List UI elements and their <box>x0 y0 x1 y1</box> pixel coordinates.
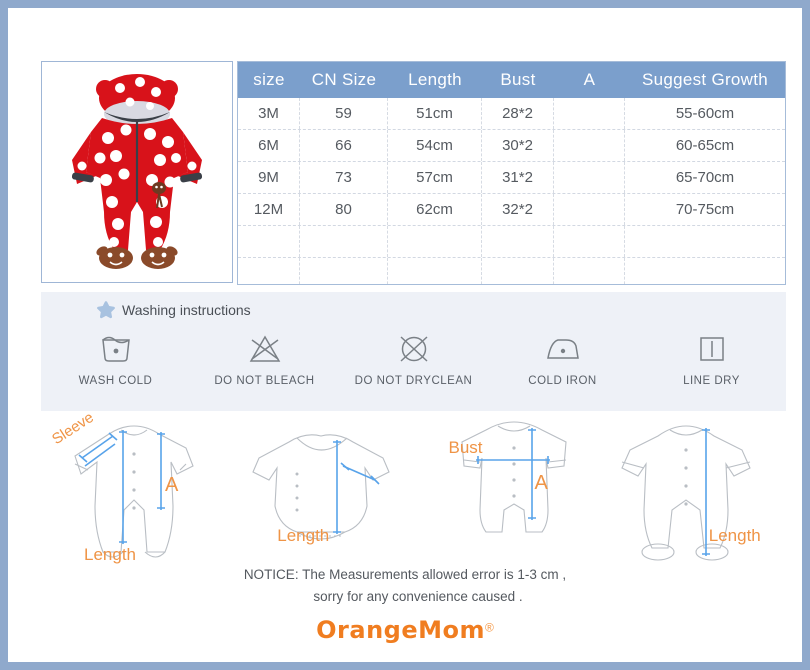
notice-text: NOTICE: The Measurements allowed error i… <box>8 564 802 608</box>
diagram-label-a: A <box>165 474 179 496</box>
diagram-label-length: Length <box>277 526 330 545</box>
cell-suggest-growth: 70-75cm <box>675 201 735 218</box>
page-frame: size CN Size Length Bust A Suggest Growt… <box>0 0 810 670</box>
diagram-footed-romper-front: Sleeve A Length <box>41 409 227 569</box>
cell-bust: 32*2 <box>482 194 554 225</box>
cell-bust: 30*2 <box>482 130 554 161</box>
cell-size: 12M <box>238 194 300 225</box>
diagram-short-sleeve-romper: Bust A <box>414 414 600 569</box>
product-photo <box>41 61 233 283</box>
cell-cn-size <box>300 226 388 257</box>
cell-suggest-growth: 65-70cm <box>675 169 735 186</box>
cell-cn-size: 59 <box>300 98 388 129</box>
washing-icon-do-not-dryclean: DO NOT DRYCLEAN <box>339 332 488 387</box>
table-row: 12M 80 62cm 32*2 70-75cm <box>238 194 785 226</box>
table-header-row: size CN Size Length Bust A Suggest Growt… <box>238 62 785 98</box>
cell-length: 57cm <box>388 162 482 193</box>
column-header-cn-size: CN Size <box>311 70 377 89</box>
table-row: 6M 66 54cm 30*2 60-65cm <box>238 130 785 162</box>
cell-bust: 31*2 <box>482 162 554 193</box>
registered-mark: ® <box>485 620 494 635</box>
cell-length: 62cm <box>388 194 482 225</box>
table-row <box>238 226 785 258</box>
cell-a <box>554 98 625 129</box>
washing-icon-label: DO NOT DRYCLEAN <box>354 375 473 387</box>
product-photo-illustration <box>42 62 232 282</box>
washing-icon-cold-iron: COLD IRON <box>488 332 637 387</box>
cell-size: 6M <box>238 130 300 161</box>
cell-cn-size <box>300 258 388 284</box>
diagram-label-length: Length <box>708 526 761 545</box>
column-header-size: size <box>253 70 285 89</box>
cell-suggest-growth: 55-60cm <box>675 105 735 122</box>
iron-icon <box>546 339 579 359</box>
short-sleeve-romper-outline <box>460 421 567 533</box>
notice-line-1: NOTICE: The Measurements allowed error i… <box>243 567 567 582</box>
washing-instructions-title: Washing instructions <box>97 301 251 319</box>
cell-suggest-growth: 60-65cm <box>675 137 735 154</box>
washing-icon-label: LINE DRY <box>683 375 740 387</box>
cell-a <box>554 162 625 193</box>
cell-length <box>388 258 482 284</box>
washing-icon-label: COLD IRON <box>528 375 597 387</box>
cell-a <box>554 130 625 161</box>
cell-cn-size: 66 <box>300 130 388 161</box>
diagram-label-length: Length <box>84 545 136 564</box>
notice-line-2: sorry for any convenience caused . <box>313 589 523 604</box>
washing-instructions-panel: Washing instructions WASH COLD DO NOT BL… <box>41 292 786 411</box>
cell-suggest-growth <box>625 226 785 257</box>
cell-a <box>554 258 625 284</box>
washing-icon-do-not-bleach: DO NOT BLEACH <box>190 332 339 387</box>
cell-bust <box>482 258 554 284</box>
cell-length: 51cm <box>388 98 482 129</box>
cell-suggest-growth <box>625 258 785 284</box>
diagram-footed-sleepsuit: Length <box>600 414 786 569</box>
column-header-bust: Bust <box>500 70 536 89</box>
washing-icon-label: DO NOT BLEACH <box>214 375 315 387</box>
cell-size <box>238 226 300 257</box>
cell-a <box>554 226 625 257</box>
table-row <box>238 258 785 284</box>
column-header-length: Length <box>408 70 462 89</box>
no-bleach-triangle-icon <box>249 335 280 362</box>
cell-cn-size: 80 <box>300 194 388 225</box>
diagram-label-bust: Bust <box>448 438 483 457</box>
cell-size: 9M <box>238 162 300 193</box>
no-dryclean-circle-icon <box>399 336 428 362</box>
cell-bust: 28*2 <box>482 98 554 129</box>
table-row: 9M 73 57cm 31*2 65-70cm <box>238 162 785 194</box>
cell-size: 3M <box>238 98 300 129</box>
measurement-diagrams: Sleeve A Length Length Bust A Length <box>41 409 786 569</box>
column-header-suggest-growth: Suggest Growth <box>641 70 769 89</box>
washing-icon-row: WASH COLD DO NOT BLEACH DO NOT DRYCLEAN … <box>41 332 786 387</box>
washing-icon-wash-cold: WASH COLD <box>41 332 190 387</box>
cell-cn-size: 73 <box>300 162 388 193</box>
cell-length: 54cm <box>388 130 482 161</box>
column-header-a: A <box>583 70 596 89</box>
brand-logo-text: OrangeMom <box>316 616 485 644</box>
table-body: 3M 59 51cm 28*2 55-60cm 6M 66 54cm 30*2 60-65cm 9M… <box>238 98 785 284</box>
washing-icon-label: WASH COLD <box>78 375 153 387</box>
star-icon <box>97 301 115 319</box>
line-dry-square-icon <box>699 337 724 361</box>
cell-bust <box>482 226 554 257</box>
brand-logo: OrangeMom® <box>8 616 802 644</box>
table-row: 3M 59 51cm 28*2 55-60cm <box>238 98 785 130</box>
page-inner: size CN Size Length Bust A Suggest Growt… <box>8 8 802 662</box>
diagram-label-a: A <box>534 472 548 494</box>
cell-length <box>388 226 482 257</box>
cell-size <box>238 258 300 284</box>
cell-a <box>554 194 625 225</box>
wash-tub-icon <box>101 336 130 362</box>
size-chart-table: size CN Size Length Bust A Suggest Growt… <box>237 61 786 285</box>
washing-icon-line-dry: LINE DRY <box>637 332 786 387</box>
diagram-bodysuit-long-sleeve: Length <box>227 414 413 569</box>
washing-title-text: Washing instructions <box>122 302 251 318</box>
